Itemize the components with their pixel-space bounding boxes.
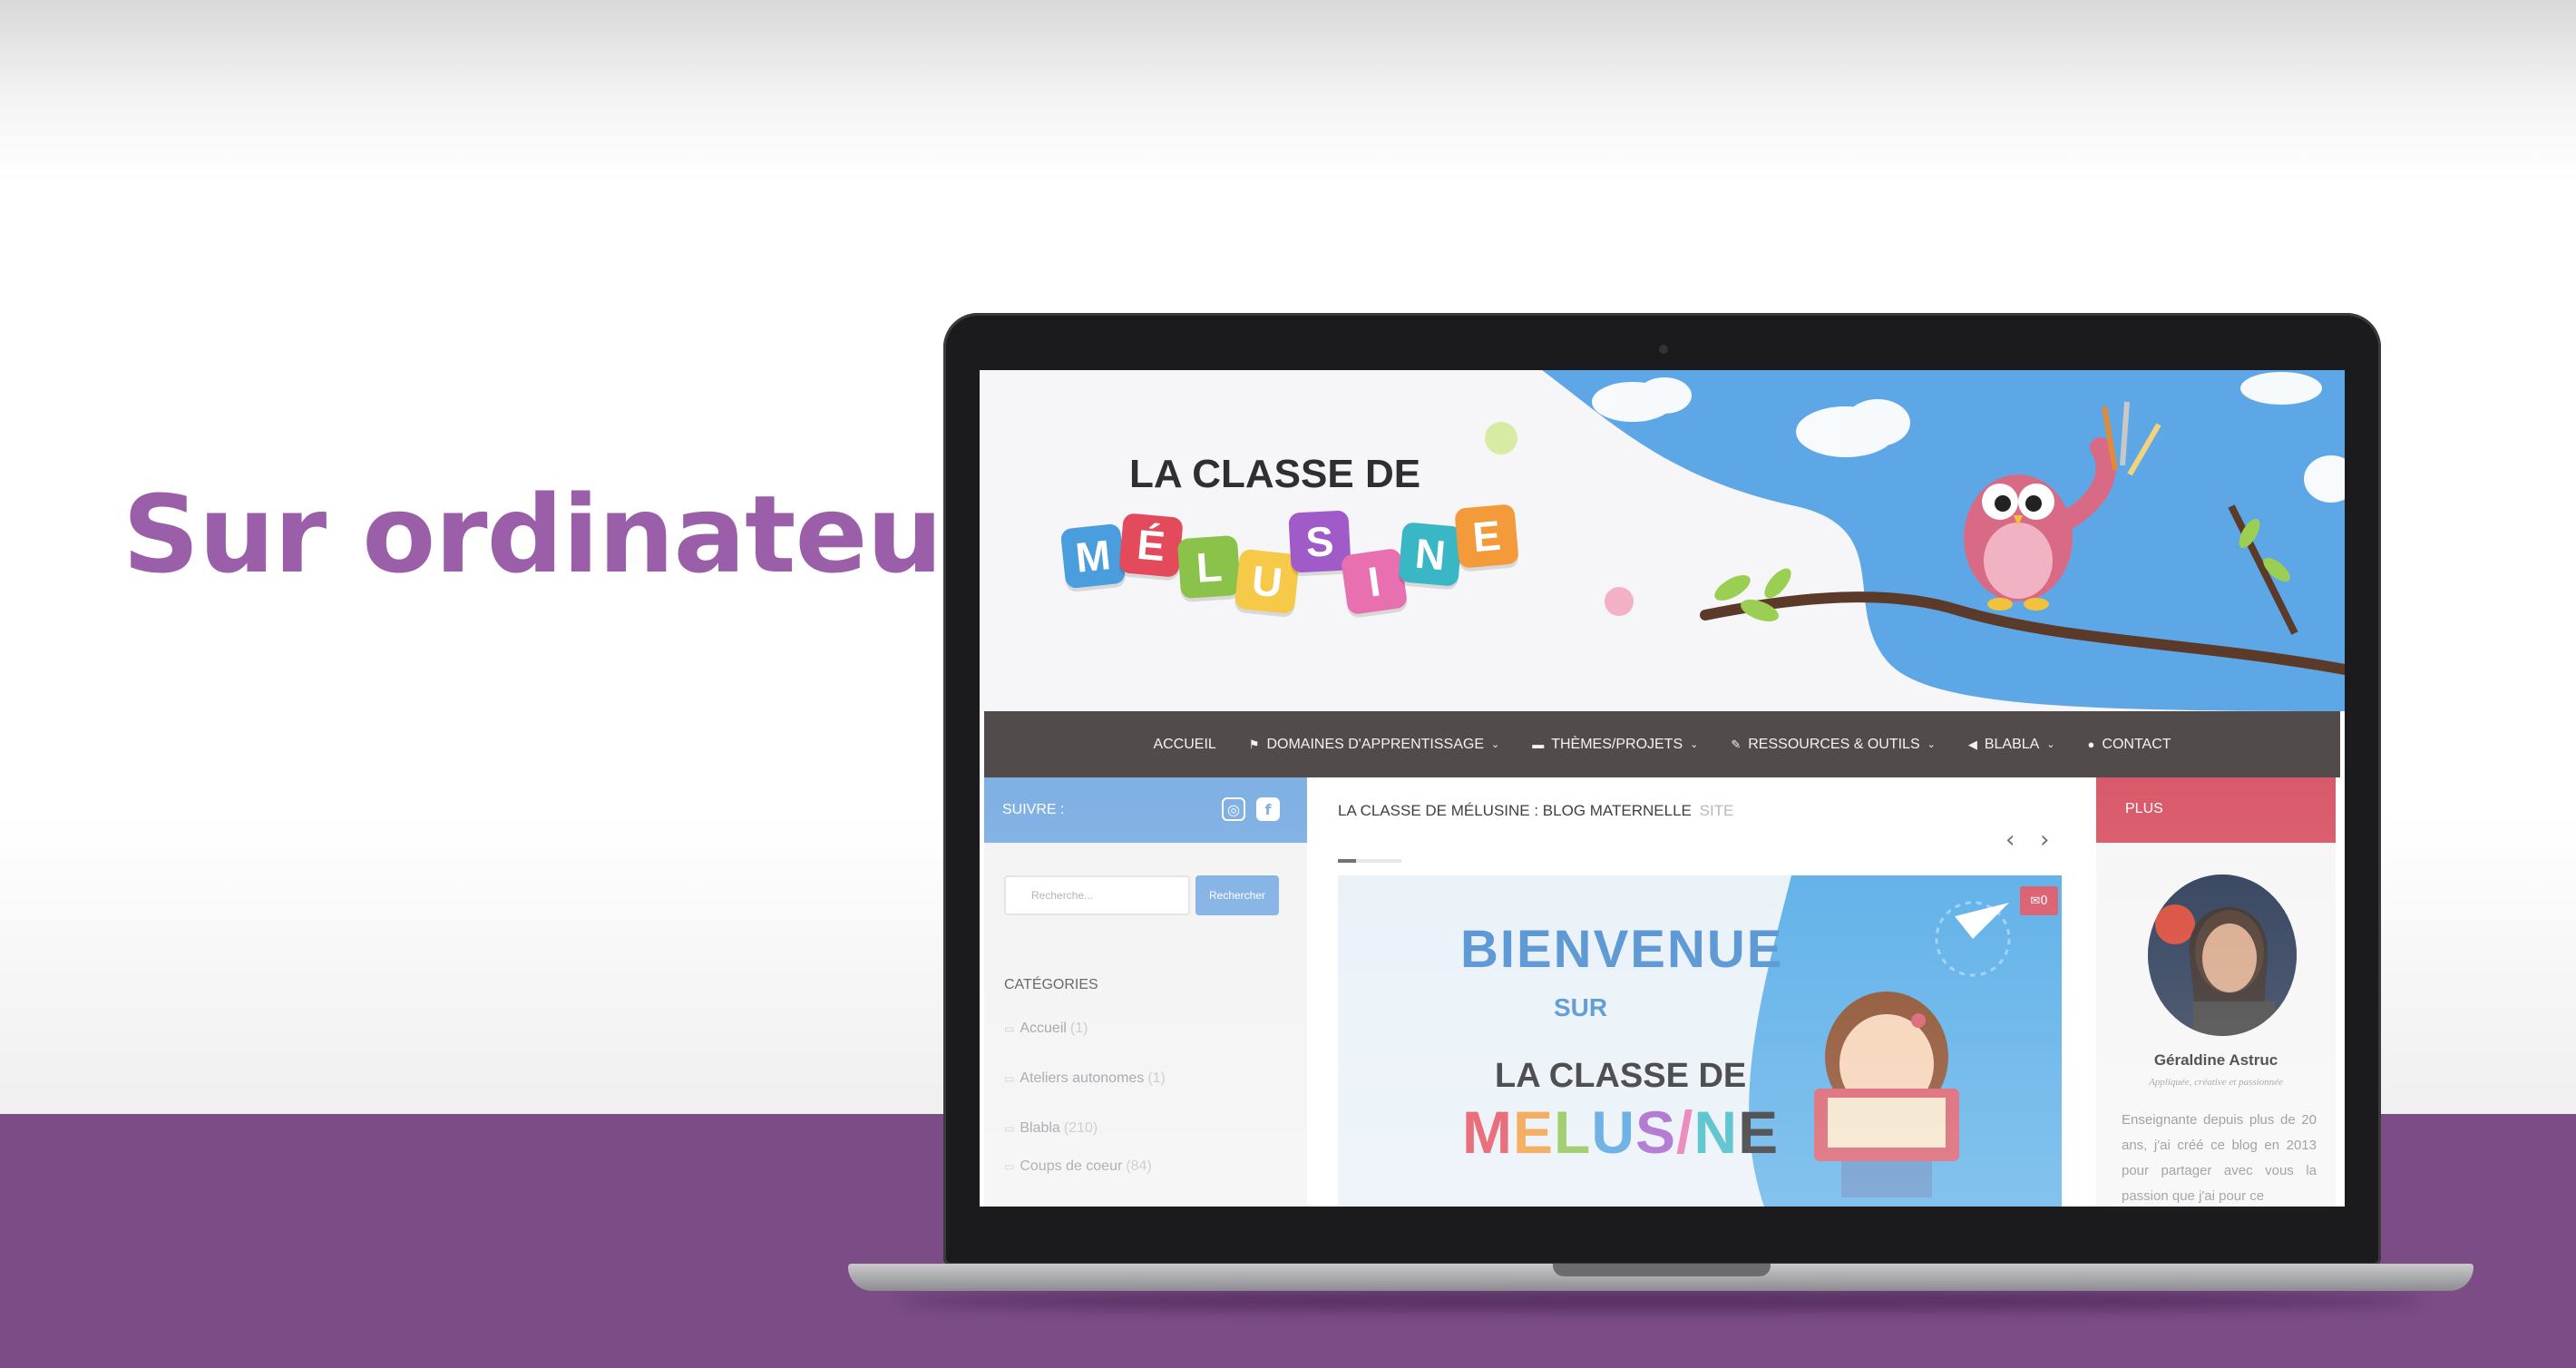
folder-icon: ▭ [1004,1122,1015,1135]
chevron-down-icon: ⌄ [1927,739,1936,750]
main-heading-text: LA CLASSE DE MÉLUSINE : BLOG MATERNELLE [1338,802,1692,819]
webcam [1659,345,1668,354]
comment-count-badge[interactable]: ✉ 0 [2020,886,2058,915]
category-count: (1) [1147,1070,1166,1086]
nav-item-ressources[interactable]: ✎ RESSOURCES & OUTILS ⌄ [1731,737,1936,753]
plus-label: PLUS [2125,801,2163,816]
slide-letter: M [1462,1099,1513,1166]
user-icon: ● [2087,738,2095,751]
logo-tile: N [1398,522,1463,587]
main-nav: ACCUEIL ⚑ DOMAINES D'APPRENTISSAGE ⌄ ▬ T… [984,711,2340,777]
slide-letter: U [1591,1099,1636,1166]
logo-tile: I [1340,547,1409,616]
follow-bar: SUIVRE : ◎ f [984,777,1307,843]
nav-label: DOMAINES D'APPRENTISSAGE [1266,736,1484,752]
chevron-down-icon: ⌄ [1491,739,1500,750]
megaphone-icon: ◀ [1967,737,1977,751]
logo-tile: É [1118,513,1184,578]
laptop-notch [1553,1264,1771,1276]
categories-title: CATÉGORIES [1004,977,1098,992]
slide-title: BIENVENUE [1460,920,1784,979]
logo-tile: E [1454,503,1519,569]
featured-slide[interactable]: BIENVENUE SUR LA CLASSE DE MELUS/NE ✉ 0 [1338,875,2062,1207]
instagram-icon[interactable]: ◎ [1222,797,1245,821]
nav-item-blabla[interactable]: ◀ BLABLA ⌄ [1968,737,2055,753]
chevron-down-icon: ⌄ [2046,739,2055,750]
chevron-left-icon[interactable]: ‹ [2005,826,2015,854]
slide-subtitle: SUR [1554,993,1608,1021]
category-count: (84) [1126,1158,1152,1174]
category-count: (1) [1069,1021,1088,1036]
comment-icon: ✉ [2030,894,2041,908]
slider-indicator [1338,859,1401,863]
wrench-icon: ✎ [1731,737,1742,751]
nav-label: BLABLA [1984,736,2040,752]
logo-tile: L [1176,534,1242,600]
author-name: Géraldine Astruc [2153,1051,2278,1069]
left-sidebar: SUIVRE : ◎ f ⌕ Recherche... Rechercher C… [984,777,1307,1207]
laptop-shadow [898,1291,2422,1311]
main-heading-suffix[interactable]: SITE [1700,802,1734,819]
category-name: Blabla [1020,1120,1060,1136]
nav-label: THÈMES/PROJETS [1551,736,1683,752]
author-photo [2148,875,2297,1036]
follow-label: SUIVRE : [1002,802,1065,817]
comment-count: 0 [2040,894,2048,908]
nav-item-accueil[interactable]: ACCUEIL [1153,737,1215,753]
category-item[interactable]: ▭ Coups de coeur (84) [1004,1158,1152,1175]
logo-letter-tiles[interactable]: M É L U S I N E [1059,503,1519,624]
slide-letter: L [1554,1099,1592,1166]
facebook-icon[interactable]: f [1256,797,1280,821]
category-name: Ateliers autonomes [1020,1070,1145,1086]
nav-item-themes[interactable]: ▬ THÈMES/PROJETS ⌄ [1532,737,1698,753]
search-button[interactable]: Rechercher [1195,875,1279,915]
right-sidebar: PLUS Géraldine Astruc Appliquée, créativ… [2096,777,2336,1207]
nav-label: ACCUEIL [1153,736,1216,752]
slide-line4: MELUS/NE [1462,1098,1779,1167]
laptop-screen: LA CLASSE DE M É L U S I N E ACCUEIL ⚑ D… [980,370,2345,1207]
flag-icon: ⚑ [1248,737,1260,751]
slide-letter: E [1512,1099,1555,1166]
chevron-right-icon[interactable]: › [2040,826,2049,854]
category-item[interactable]: ▭ Blabla (210) [1004,1120,1098,1137]
slide-line3: LA CLASSE DE [1495,1057,1747,1095]
slide-letter: N [1693,1099,1739,1166]
nav-item-contact[interactable]: ● CONTACT [2088,737,2171,753]
category-item[interactable]: ▭ Accueil (1) [1004,1021,1088,1037]
slide-letter: / [1676,1099,1694,1166]
chevron-down-icon: ⌄ [1690,739,1699,750]
category-name: Accueil [1020,1021,1067,1036]
main-content: LA CLASSE DE MÉLUSINE : BLOG MATERNELLE … [1307,777,2096,1207]
logo-title[interactable]: LA CLASSE DE [1129,452,1420,497]
folder-icon: ▭ [1004,1160,1015,1173]
nav-label: CONTACT [2102,736,2171,752]
plus-bar: PLUS [2096,777,2336,843]
page-headline: Sur ordinateur [122,472,995,597]
nav-label: RESSOURCES & OUTILS [1748,736,1920,752]
author-bio: Enseignante depuis plus de 20 ans, j'ai … [2122,1112,2317,1204]
slide-letter: S [1635,1099,1677,1166]
nav-item-domaines[interactable]: ⚑ DOMAINES D'APPRENTISSAGE ⌄ [1249,737,1499,753]
logo-tile: M [1059,523,1127,590]
category-name: Coups de coeur [1020,1158,1123,1174]
slide-letter: E [1738,1099,1780,1166]
main-heading: LA CLASSE DE MÉLUSINE : BLOG MATERNELLE … [1338,802,1733,820]
author-tagline: Appliquée, créative et passionnée [2149,1077,2283,1088]
folder-icon: ▬ [1532,738,1545,751]
category-count: (210) [1063,1120,1098,1136]
category-item[interactable]: ▭ Ateliers autonomes (1) [1004,1070,1166,1087]
author-avatar[interactable] [2148,875,2297,1036]
folder-icon: ▭ [1004,1022,1015,1035]
folder-icon: ▭ [1004,1072,1015,1085]
search-input[interactable]: Recherche... [1004,875,1190,915]
site-header-banner: LA CLASSE DE M É L U S I N E [980,370,2345,711]
